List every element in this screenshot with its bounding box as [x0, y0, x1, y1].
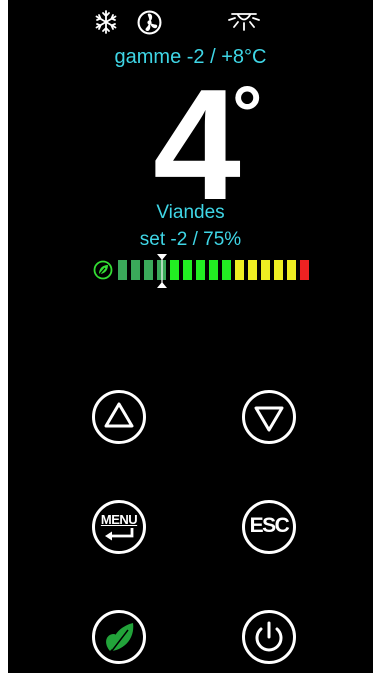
level-segment	[235, 260, 244, 280]
up-button[interactable]	[92, 390, 146, 444]
leaf-icon	[93, 260, 113, 280]
control-panel: gamme -2 / +8°C 4 ° Viandes set -2 / 75%…	[8, 0, 373, 673]
temperature-value: 4	[153, 57, 241, 233]
esc-label: ESC	[249, 514, 290, 537]
level-segment	[209, 260, 218, 280]
level-bar	[88, 254, 309, 288]
level-segment	[261, 260, 270, 280]
power-button[interactable]	[242, 610, 296, 664]
level-segment	[196, 260, 205, 280]
esc-button[interactable]: ESC	[242, 500, 296, 554]
setpoint-label: set -2 / 75%	[139, 229, 242, 250]
level-segment	[274, 260, 283, 280]
level-segment	[222, 260, 231, 280]
level-segment	[118, 260, 127, 280]
enter-arrow-icon	[105, 528, 134, 541]
level-segment	[300, 260, 309, 280]
menu-button[interactable]: MENU	[92, 500, 146, 554]
triangle-down-icon	[254, 406, 284, 432]
down-button[interactable]	[242, 390, 296, 444]
level-segment	[183, 260, 192, 280]
power-icon	[255, 621, 283, 652]
mode-label: Viandes	[156, 202, 225, 223]
level-segment	[131, 260, 140, 280]
fan-icon	[137, 10, 162, 35]
degree-symbol: °	[232, 71, 263, 156]
level-segment	[144, 260, 153, 280]
light-icon	[228, 13, 260, 31]
eco-button[interactable]	[92, 610, 146, 664]
level-segment	[287, 260, 296, 280]
level-marker-icon	[156, 254, 167, 288]
snowflake-icon	[95, 10, 117, 34]
level-segment	[248, 260, 257, 280]
level-segment	[170, 260, 179, 280]
triangle-up-icon	[104, 402, 134, 428]
eco-leaf-icon	[106, 623, 134, 653]
